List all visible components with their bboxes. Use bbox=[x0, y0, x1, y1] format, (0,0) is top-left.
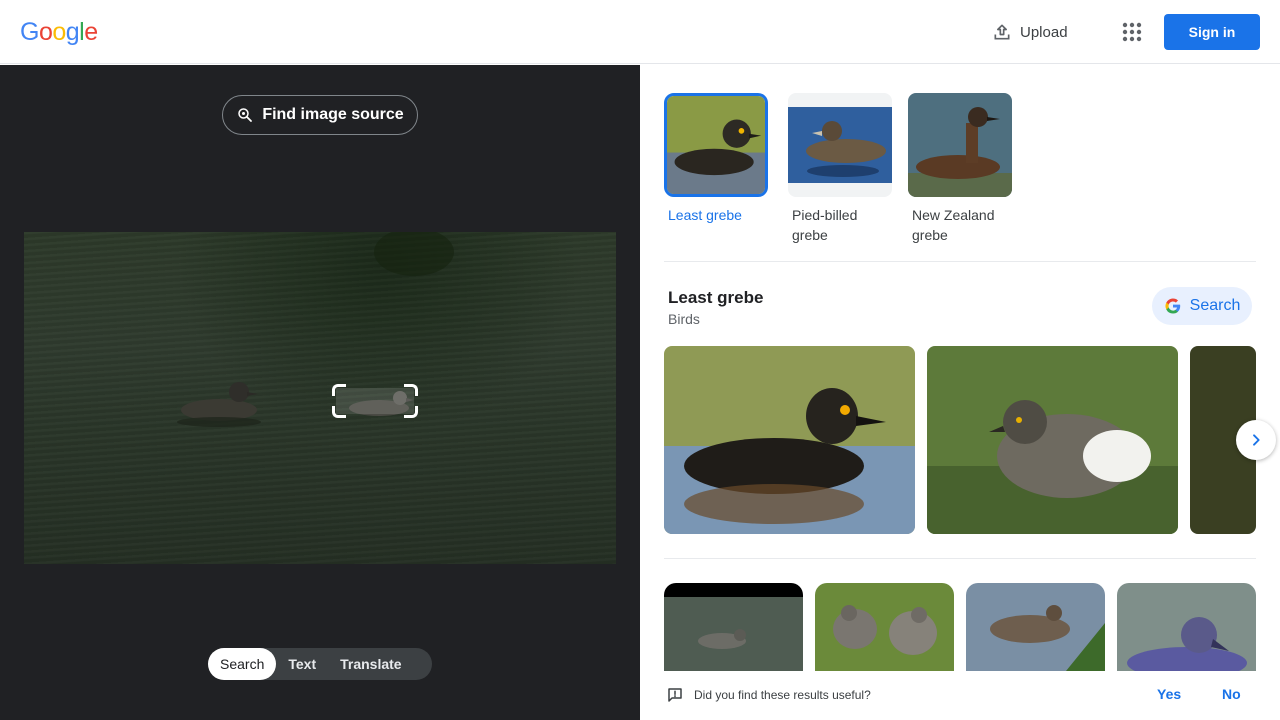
chip-label: Pied-billed grebe bbox=[792, 207, 858, 243]
google-g-icon bbox=[1165, 298, 1180, 314]
chevron-right-icon bbox=[1253, 434, 1260, 446]
chip-label: Least grebe bbox=[668, 207, 742, 223]
suggestion-chip-new-zealand-grebe[interactable]: New Zealand grebe bbox=[908, 93, 1012, 245]
visual-match-image[interactable] bbox=[815, 583, 954, 671]
visual-match-image[interactable] bbox=[966, 583, 1105, 671]
divider bbox=[664, 558, 1256, 559]
logo-letter: g bbox=[65, 18, 80, 46]
mode-text-tab[interactable]: Text bbox=[276, 648, 328, 680]
feedback-yes-button[interactable]: Yes bbox=[1157, 686, 1181, 702]
mode-translate-tab[interactable]: Translate bbox=[328, 648, 413, 680]
divider bbox=[664, 261, 1256, 262]
image-preview-panel: Find image source Search Text Translate bbox=[0, 65, 640, 720]
upload-label: Upload bbox=[1020, 23, 1068, 41]
top-bar: Google Upload Sign in bbox=[0, 0, 1280, 64]
google-logo[interactable]: Google bbox=[20, 18, 98, 47]
suggestion-chip-pied-billed-grebe[interactable]: Pied-billed grebe bbox=[788, 93, 892, 245]
crop-selector[interactable] bbox=[332, 384, 418, 418]
chip-thumbnail bbox=[908, 93, 1012, 197]
feedback-no-button[interactable]: No bbox=[1222, 686, 1241, 702]
suggestion-chip-least-grebe[interactable]: Least grebe bbox=[664, 93, 768, 225]
mode-search-tab[interactable]: Search bbox=[208, 648, 277, 680]
result-subtitle: Birds bbox=[668, 311, 700, 327]
upload-icon bbox=[994, 24, 1010, 40]
find-image-source-label: Find image source bbox=[262, 106, 404, 123]
logo-letter: e bbox=[84, 18, 98, 46]
water-scene bbox=[177, 232, 454, 427]
find-image-source-button[interactable]: Find image source bbox=[222, 95, 418, 135]
apps-grid-icon[interactable] bbox=[1120, 20, 1144, 44]
mode-switcher: Search Text Translate bbox=[208, 648, 432, 680]
visual-match-image[interactable] bbox=[664, 583, 803, 671]
upload-button[interactable]: Upload bbox=[992, 20, 1068, 44]
chip-label: New Zealand grebe bbox=[912, 207, 995, 243]
result-image[interactable] bbox=[927, 346, 1178, 534]
lens-search-icon bbox=[238, 108, 253, 122]
result-image[interactable] bbox=[664, 346, 915, 534]
chip-thumbnail bbox=[788, 93, 892, 197]
feedback-bar: Did you find these results useful? Yes N… bbox=[640, 671, 1280, 720]
logo-letter: o bbox=[38, 18, 53, 46]
feedback-icon bbox=[668, 688, 682, 702]
search-button-label: Search bbox=[1189, 297, 1241, 314]
google-search-button[interactable]: Search bbox=[1152, 287, 1252, 325]
feedback-question: Did you find these results useful? bbox=[694, 688, 871, 702]
logo-letter: o bbox=[52, 18, 66, 46]
chip-thumbnail bbox=[664, 93, 768, 197]
results-panel: Least grebe Pied-billed grebe New Zealan… bbox=[640, 65, 1280, 720]
next-results-button[interactable] bbox=[1236, 420, 1276, 460]
sign-in-button[interactable]: Sign in bbox=[1164, 14, 1260, 50]
visual-match-image[interactable] bbox=[1117, 583, 1256, 671]
result-title: Least grebe bbox=[668, 288, 764, 307]
source-image bbox=[24, 232, 616, 564]
logo-letter: G bbox=[20, 18, 39, 46]
